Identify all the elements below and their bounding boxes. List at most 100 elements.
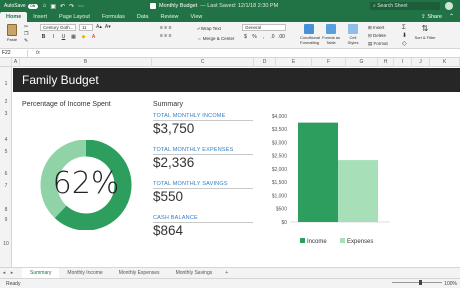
metric-value-expenses[interactable]: $2,336 [153, 155, 194, 170]
insert-button[interactable]: ⊞ Insert [368, 24, 402, 32]
decrease-decimal-icon[interactable]: .00 [278, 34, 285, 40]
currency-icon[interactable]: $ [242, 34, 249, 40]
column-header-h[interactable]: H [378, 58, 394, 67]
next-sheet-icon[interactable]: ▸ [8, 270, 16, 276]
column-header-k[interactable]: K [430, 58, 460, 67]
increase-decimal-icon[interactable]: .0 [269, 34, 276, 40]
metric-value-savings[interactable]: $550 [153, 189, 183, 204]
format-table-label: Format as Table [322, 35, 341, 45]
sort-filter-button[interactable]: ⇅ Sort & Filter [414, 24, 436, 40]
percent-icon[interactable]: % [251, 34, 258, 40]
sheet-tab-monthly-savings[interactable]: Monthly Savings [167, 268, 221, 279]
document-icon [150, 3, 156, 9]
column-header-g[interactable]: G [346, 58, 378, 67]
home-icon[interactable]: ⌂ [43, 3, 47, 10]
select-all-corner[interactable] [0, 58, 12, 67]
search-sheet-input[interactable]: ⌕ Search Sheet [370, 2, 440, 10]
bar-expenses[interactable] [338, 160, 378, 222]
font-family-select[interactable]: Century Goth... [40, 24, 76, 31]
font-size-select[interactable]: 11 [79, 24, 93, 31]
italic-icon[interactable]: I [50, 34, 57, 40]
delete-button[interactable]: ⊟ Delete [368, 32, 402, 40]
column-header-d[interactable]: D [254, 58, 276, 67]
metric-value-income[interactable]: $3,750 [153, 121, 194, 136]
column-header-c[interactable]: C [152, 58, 254, 67]
quick-access-toolbar: ⌂ ▣ ↶ ↷ ⋯ [43, 3, 84, 10]
save-icon[interactable]: ▣ [50, 3, 56, 10]
tab-insert[interactable]: Insert [27, 12, 53, 22]
row-header-3[interactable]: 3 [0, 111, 12, 117]
number-group: General $ % , .0 .00 [242, 24, 288, 40]
increase-font-icon[interactable]: A▴ [96, 24, 102, 31]
column-header-f[interactable]: F [312, 58, 346, 67]
column-header-e[interactable]: E [276, 58, 312, 67]
income-expenses-chart[interactable]: $0 $500 $1,000 $1,500 $2,000 $2,500 $3,000 $3,5… [262, 110, 402, 250]
collapse-ribbon-icon[interactable]: ⌃ [449, 12, 454, 22]
sheet-tab-monthly-income[interactable]: Monthly Income [59, 268, 111, 279]
comma-icon[interactable]: , [260, 34, 267, 40]
row-headers: 1 2 3 4 5 6 7 8 9 10 [0, 67, 12, 267]
clipboard-icon[interactable] [7, 24, 17, 36]
conditional-formatting-button[interactable]: Conditional Formatting [300, 24, 320, 45]
borders-icon[interactable]: ▦ [70, 34, 77, 40]
function-icon[interactable]: fx [28, 50, 40, 56]
row-header-9[interactable]: 9 [0, 217, 12, 223]
column-header-i[interactable]: I [394, 58, 412, 67]
align-left-icon[interactable]: ≡ ≡ ≡ [160, 32, 200, 40]
wrap-text-button[interactable]: ⤶ Wrap Text [197, 24, 239, 34]
cell-styles-button[interactable]: Cell Styles [344, 24, 362, 45]
tab-review[interactable]: Review [154, 12, 184, 22]
autosave-toggle[interactable]: ON [27, 3, 38, 9]
account-icon[interactable] [445, 2, 453, 10]
row-header-8[interactable]: 8 [0, 207, 12, 213]
clear-icon[interactable]: ◇ [402, 40, 414, 48]
tab-view[interactable]: View [185, 12, 209, 22]
zoom-slider-handle[interactable] [419, 280, 422, 285]
column-header-j[interactable]: J [412, 58, 430, 67]
document-title: Monthly Budget [159, 3, 198, 9]
prev-sheet-icon[interactable]: ◂ [0, 270, 8, 276]
column-header-b[interactable]: B [20, 58, 152, 67]
zoom-slider[interactable] [392, 282, 442, 283]
fill-color-icon[interactable]: ◆ [80, 34, 87, 40]
autosave-control[interactable]: AutoSave ON [4, 3, 38, 9]
underline-icon[interactable]: U [60, 34, 67, 40]
format-painter-icon[interactable]: ✎ [24, 38, 32, 45]
number-format-select[interactable]: General [242, 24, 286, 31]
autosave-label: AutoSave [4, 3, 26, 9]
add-sheet-icon[interactable]: + [220, 270, 233, 276]
merge-center-button[interactable]: ⇔ Merge & Center [197, 34, 239, 44]
cut-icon[interactable]: ✂ [24, 24, 32, 31]
autosum-icon[interactable]: Σ [402, 24, 414, 32]
tab-formulas[interactable]: Formulas [96, 12, 131, 22]
redo-icon[interactable]: ↷ [69, 3, 74, 10]
share-button[interactable]: ⇪ Share [421, 12, 442, 22]
fill-icon[interactable]: ⬇ [402, 32, 414, 40]
metric-value-cash[interactable]: $864 [153, 223, 183, 238]
row-header-7[interactable]: 7 [0, 183, 12, 189]
sheet-tab-monthly-expenses[interactable]: Monthly Expenses [110, 268, 168, 279]
sheet-tab-summary[interactable]: Summary [22, 267, 60, 279]
bar-income[interactable] [298, 122, 338, 222]
format-as-table-button[interactable]: Format as Table [322, 24, 340, 45]
y-tick-label: $2,000 [272, 167, 288, 173]
undo-icon[interactable]: ↶ [60, 3, 65, 10]
row-header-6[interactable]: 6 [0, 171, 12, 177]
row-header-4[interactable]: 4 [0, 137, 12, 143]
bold-icon[interactable]: B [40, 34, 47, 40]
row-header-2[interactable]: 2 [0, 99, 12, 105]
column-header-a[interactable]: A [12, 58, 20, 67]
tab-home[interactable]: Home [0, 12, 28, 22]
more-icon[interactable]: ⋯ [78, 3, 84, 10]
copy-icon[interactable]: ❐ [24, 31, 32, 38]
align-top-icon[interactable]: ≡ ≡ ≡ [160, 24, 200, 32]
row-header-1[interactable]: 1 [0, 81, 12, 87]
tab-data[interactable]: Data [131, 12, 155, 22]
row-header-10[interactable]: 10 [0, 241, 12, 247]
row-header-5[interactable]: 5 [0, 149, 12, 155]
decrease-font-icon[interactable]: A▾ [105, 24, 111, 31]
font-color-icon[interactable]: A [90, 34, 97, 40]
tab-page-layout[interactable]: Page Layout [53, 12, 96, 22]
format-button[interactable]: ▤ Format [368, 40, 402, 48]
name-box[interactable]: F22 [0, 49, 28, 57]
